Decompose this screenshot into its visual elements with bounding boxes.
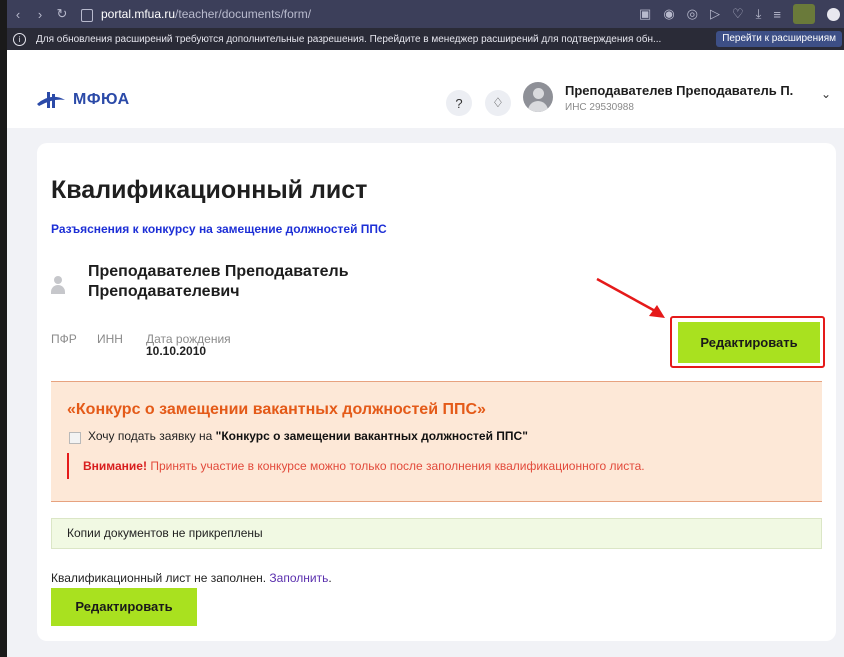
url-host: portal.mfua.ru [101, 7, 176, 21]
user-name[interactable]: Преподавателев Преподаватель П. [565, 83, 793, 98]
screenshot-icon[interactable]: ◉ [663, 6, 674, 22]
arrow-annotation-icon [596, 277, 665, 318]
url-path: /teacher/documents/form/ [175, 7, 312, 21]
lock-icon [81, 8, 93, 22]
toolbar-icons: ▣ ◉ ◎ ▷ ♡ ⤓ ≡ [639, 0, 840, 28]
heart-icon[interactable]: ♡ [732, 6, 744, 22]
user-id: ИНС 29530988 [565, 102, 634, 113]
avatar[interactable] [523, 82, 553, 112]
back-icon[interactable]: ‹ [7, 7, 29, 22]
warning-text: Принять участие в конкурсе можно только … [146, 459, 645, 473]
fill-link[interactable]: Заполнить [269, 571, 328, 585]
contest-checkbox-label[interactable]: Хочу подать заявку на "Конкурс о замещен… [88, 429, 528, 443]
infobar-text: Для обновления расширений требуются допо… [36, 33, 662, 45]
help-icon[interactable]: ? [446, 90, 472, 116]
reload-icon[interactable]: ↻ [51, 6, 73, 22]
contest-warning: Внимание! Принять участие в конкурсе мож… [67, 453, 645, 479]
reader-view-icon[interactable]: ▣ [639, 6, 651, 22]
warning-bold: Внимание! [83, 459, 147, 473]
extension-icon[interactable] [827, 7, 840, 21]
logo-icon [37, 92, 65, 108]
download-icon[interactable]: ⤓ [756, 6, 762, 22]
person-name-line2: Преподавателевич [88, 283, 240, 300]
forward-icon[interactable]: › [29, 7, 51, 22]
meta-pfr: ПФР [51, 332, 77, 346]
logo-text: МФЮА [73, 91, 130, 108]
window-edge [0, 0, 7, 657]
browser-toolbar: ‹ › ↻ portal.mfua.ru/teacher/documents/f… [7, 0, 844, 28]
bell-icon[interactable]: ♢ [485, 90, 511, 116]
avatar-body [528, 101, 548, 112]
form-status-text: Квалификационный лист не заполнен. [51, 571, 267, 585]
form-status: Квалификационный лист не заполнен. Запол… [51, 571, 332, 585]
contest-panel: «Конкурс о замещении вакантных должносте… [51, 381, 822, 502]
meta-inn: ИНН [97, 332, 123, 346]
contest-label-prefix: Хочу подать заявку на [88, 429, 216, 443]
person-icon [51, 276, 65, 294]
avatar-head [533, 88, 544, 99]
person-name-line1: Преподавателев Преподаватель [88, 263, 349, 280]
explanation-link[interactable]: Разъяснения к конкурсу на замещение долж… [51, 222, 387, 236]
info-icon: i [13, 32, 26, 46]
edit-button-secondary[interactable]: Редактировать [51, 588, 197, 626]
edit-button[interactable]: Редактировать [678, 322, 820, 363]
contest-label-bold: "Конкурс о замещении вакантных должносте… [215, 429, 528, 443]
contest-checkbox[interactable] [69, 432, 81, 444]
documents-status-bar: Копии документов не прикреплены [51, 518, 822, 549]
meta-birth-value: 10.10.2010 [146, 344, 207, 358]
site-header: МФЮА ? ♢ Преподавателев Преподаватель П.… [7, 50, 844, 128]
site-logo[interactable]: МФЮА [35, 90, 130, 110]
go-to-extensions-button[interactable]: Перейти к расширениям [716, 31, 842, 47]
address-bar[interactable]: portal.mfua.ru/teacher/documents/form/ [81, 7, 312, 22]
page-title: Квалификационный лист [51, 176, 368, 204]
menu-icon[interactable]: ≡ [773, 7, 781, 22]
person-full-name: Преподавателев Преподаватель Преподавате… [88, 262, 349, 302]
qualification-card: Квалификационный лист Разъяснения к конк… [37, 143, 836, 641]
contest-title: «Конкурс о замещении вакантных должносте… [67, 401, 486, 418]
extension-infobar: i Для обновления расширений требуются до… [7, 28, 844, 50]
shield-icon[interactable]: ◎ [687, 6, 698, 22]
chevron-down-icon[interactable]: ⌄ [821, 87, 831, 101]
play-icon[interactable]: ▷ [710, 6, 720, 22]
profile-avatar-icon[interactable] [793, 4, 815, 24]
form-status-period: . [328, 571, 332, 585]
